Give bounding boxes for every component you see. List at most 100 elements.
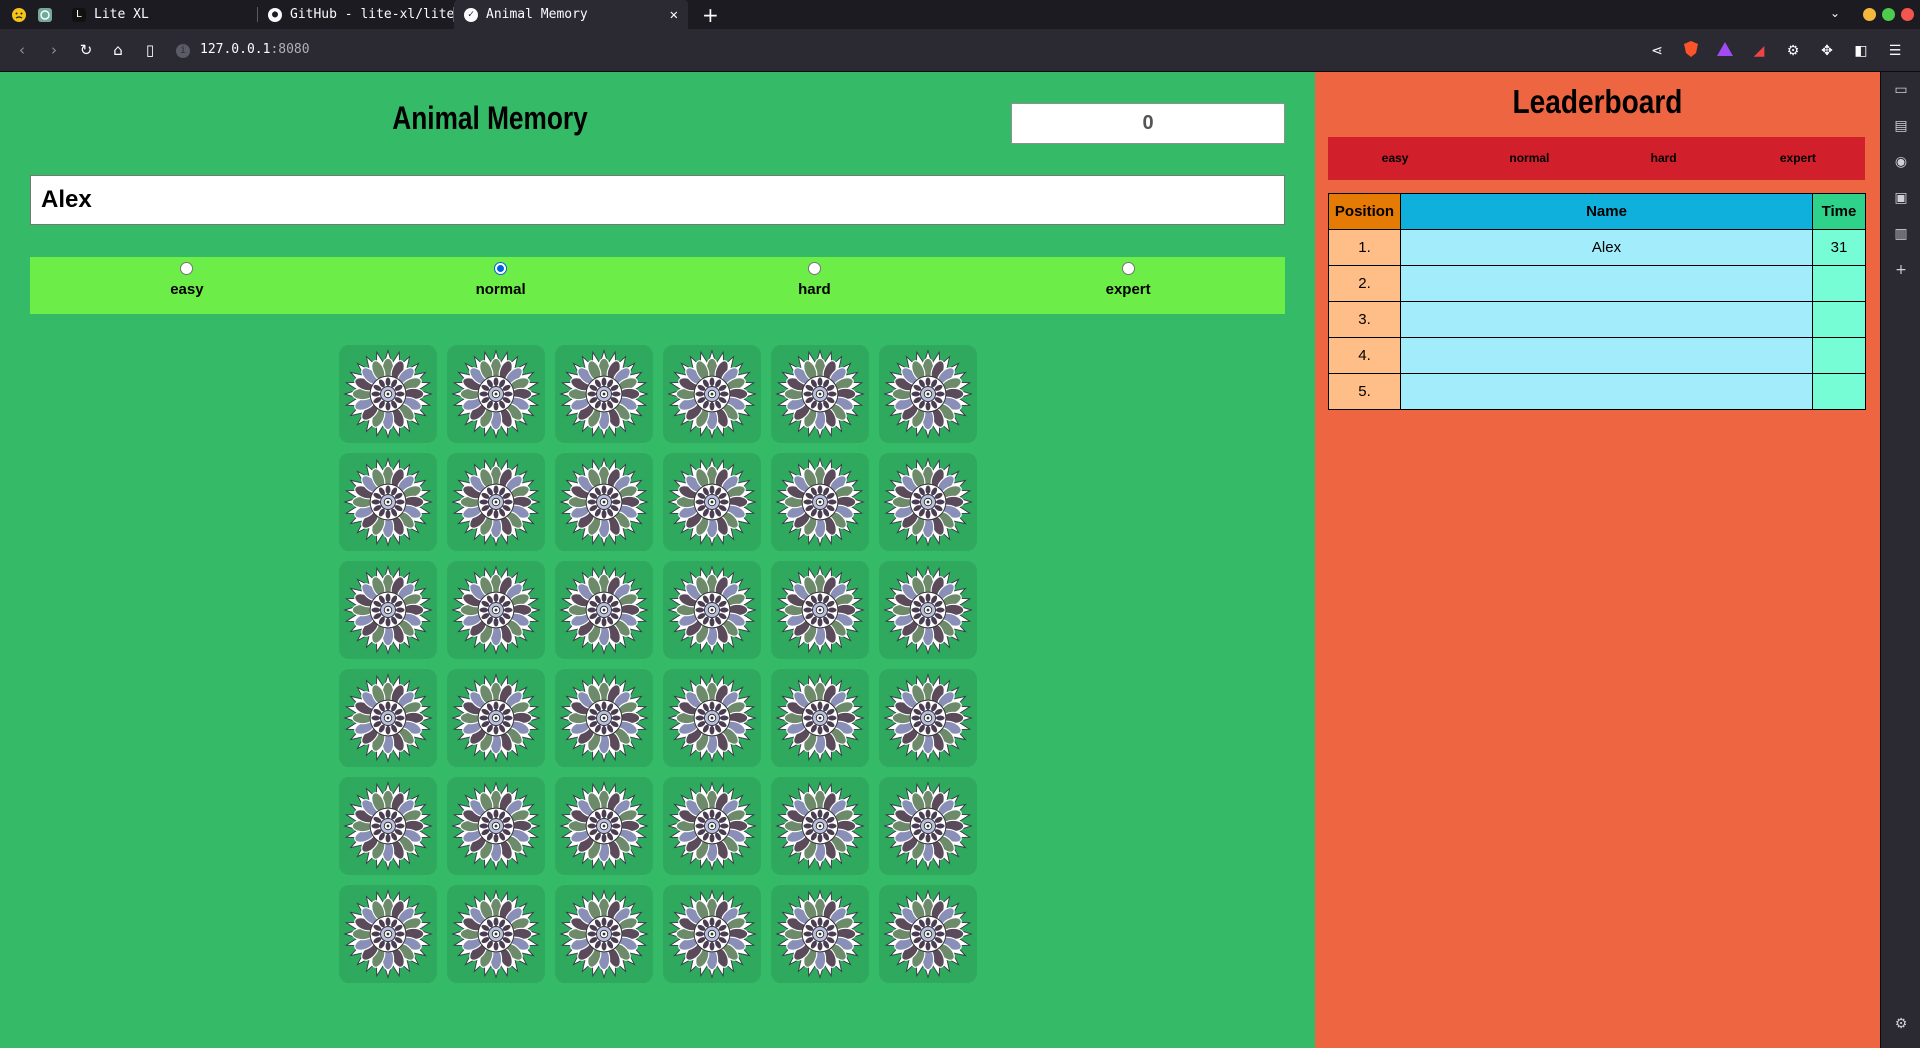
url-port: :8080 bbox=[270, 42, 310, 57]
new-tab-button[interactable]: + bbox=[702, 5, 719, 25]
memory-card[interactable] bbox=[663, 885, 761, 983]
mandala-card-back-icon bbox=[667, 349, 757, 439]
memory-card[interactable] bbox=[555, 453, 653, 551]
memory-card[interactable] bbox=[447, 453, 545, 551]
memory-card[interactable] bbox=[879, 777, 977, 875]
difficulty-option-normal[interactable]: normal bbox=[344, 257, 658, 314]
memory-card[interactable] bbox=[447, 345, 545, 443]
player-name-input[interactable] bbox=[30, 175, 1285, 225]
tab-lite-xl[interactable]: L Lite XL bbox=[62, 0, 258, 29]
memory-card[interactable] bbox=[771, 561, 869, 659]
tab-animal-memory[interactable]: ✓ Animal Memory ✕ bbox=[454, 0, 688, 29]
memory-card[interactable] bbox=[663, 453, 761, 551]
leaderboard-tab-hard[interactable]: hard bbox=[1597, 137, 1731, 180]
memory-card[interactable] bbox=[771, 345, 869, 443]
memory-card[interactable] bbox=[447, 777, 545, 875]
memory-card[interactable] bbox=[663, 561, 761, 659]
memory-card[interactable] bbox=[555, 345, 653, 443]
memory-card[interactable] bbox=[339, 561, 437, 659]
mandala-card-back-icon bbox=[775, 349, 865, 439]
memory-card[interactable] bbox=[879, 345, 977, 443]
sidebar-chat-icon[interactable]: ◉ bbox=[1881, 144, 1920, 180]
memory-card[interactable] bbox=[771, 885, 869, 983]
difficulty-option-easy[interactable]: easy bbox=[30, 257, 344, 314]
memory-card[interactable] bbox=[879, 561, 977, 659]
memory-card[interactable] bbox=[555, 885, 653, 983]
sidebar-wallet-icon[interactable]: ▤ bbox=[1881, 108, 1920, 144]
sidebar-settings-gear-icon[interactable]: ⚙ bbox=[1881, 1006, 1920, 1042]
home-icon[interactable]: ⌂ bbox=[102, 41, 134, 59]
url-bar[interactable]: i 127.0.0.1:8080 bbox=[176, 42, 310, 58]
forward-arrow-icon[interactable]: › bbox=[38, 41, 70, 59]
extension-wallet-icon[interactable]: ◢ bbox=[1742, 43, 1776, 59]
site-info-icon[interactable]: i bbox=[176, 44, 190, 58]
difficulty-radio-easy[interactable] bbox=[180, 262, 194, 275]
difficulty-option-expert[interactable]: expert bbox=[971, 257, 1285, 314]
memory-card[interactable] bbox=[339, 885, 437, 983]
mandala-card-back-icon bbox=[667, 889, 757, 979]
mandala-card-back-icon bbox=[451, 457, 541, 547]
minimize-window-button[interactable] bbox=[1863, 8, 1876, 21]
pinned-tab-emoji[interactable] bbox=[8, 4, 30, 26]
sidebar-reading-list-icon[interactable]: ▥ bbox=[1881, 216, 1920, 252]
memory-card[interactable] bbox=[663, 777, 761, 875]
leaderboard-tab-normal[interactable]: normal bbox=[1462, 137, 1596, 180]
difficulty-label: expert bbox=[1105, 281, 1151, 298]
lite-xl-favicon-icon: L bbox=[72, 7, 86, 22]
difficulty-radio-expert[interactable] bbox=[1121, 262, 1135, 275]
bookmark-icon[interactable]: ▯ bbox=[134, 41, 166, 59]
memory-card[interactable] bbox=[663, 669, 761, 767]
tab-title: GitHub - lite-xl/lite-xl- bbox=[290, 7, 454, 22]
reload-icon[interactable]: ↻ bbox=[70, 41, 102, 59]
memory-card[interactable] bbox=[339, 669, 437, 767]
brave-shield-icon[interactable] bbox=[1674, 40, 1708, 61]
memory-card[interactable] bbox=[447, 561, 545, 659]
difficulty-radio-hard[interactable] bbox=[807, 262, 821, 275]
row-position: 2. bbox=[1328, 265, 1401, 302]
sidebar-add-icon[interactable]: + bbox=[1881, 252, 1920, 288]
memory-card[interactable] bbox=[339, 777, 437, 875]
sidebar-video-icon[interactable]: ▭ bbox=[1881, 72, 1920, 108]
maximize-window-button[interactable] bbox=[1882, 8, 1895, 21]
share-icon[interactable]: ⋖ bbox=[1640, 43, 1674, 59]
row-name: Alex bbox=[1400, 229, 1813, 266]
mandala-card-back-icon bbox=[343, 889, 433, 979]
memory-card[interactable] bbox=[555, 777, 653, 875]
brave-rewards-icon[interactable] bbox=[1708, 41, 1742, 60]
memory-card[interactable] bbox=[879, 885, 977, 983]
extensions-puzzle-icon[interactable]: ✥ bbox=[1810, 43, 1844, 59]
row-name bbox=[1400, 337, 1813, 374]
sidebar-bookmarks-icon[interactable]: ▣ bbox=[1881, 180, 1920, 216]
memory-card[interactable] bbox=[771, 777, 869, 875]
header-name: Name bbox=[1400, 193, 1813, 230]
back-arrow-icon[interactable]: ‹ bbox=[6, 41, 38, 59]
pinned-tab-chatgpt[interactable] bbox=[34, 4, 56, 26]
memory-card[interactable] bbox=[447, 669, 545, 767]
memory-card[interactable] bbox=[447, 885, 545, 983]
memory-card[interactable] bbox=[879, 453, 977, 551]
memory-card[interactable] bbox=[339, 345, 437, 443]
leaderboard-tab-expert[interactable]: expert bbox=[1731, 137, 1865, 180]
close-window-button[interactable] bbox=[1901, 8, 1914, 21]
difficulty-option-hard[interactable]: hard bbox=[658, 257, 972, 314]
tab-github[interactable]: ● GitHub - lite-xl/lite-xl- bbox=[258, 0, 454, 29]
row-time: 31 bbox=[1812, 229, 1866, 266]
difficulty-radio-normal[interactable] bbox=[494, 262, 508, 275]
close-tab-icon[interactable]: ✕ bbox=[660, 7, 678, 23]
memory-card[interactable] bbox=[555, 669, 653, 767]
memory-card[interactable] bbox=[663, 345, 761, 443]
memory-card[interactable] bbox=[879, 669, 977, 767]
tab-title: Animal Memory bbox=[486, 7, 588, 22]
mandala-card-back-icon bbox=[451, 889, 541, 979]
menu-hamburger-icon[interactable]: ☰ bbox=[1878, 43, 1912, 59]
list-all-tabs-chevron-icon[interactable]: ⌄ bbox=[1830, 6, 1840, 20]
mandala-card-back-icon bbox=[667, 673, 757, 763]
settings-gear-icon[interactable]: ⚙ bbox=[1776, 43, 1810, 59]
sidebar-toggle-icon[interactable]: ◧ bbox=[1844, 43, 1878, 59]
memory-card[interactable] bbox=[555, 561, 653, 659]
memory-card[interactable] bbox=[771, 453, 869, 551]
memory-card[interactable] bbox=[339, 453, 437, 551]
row-time bbox=[1812, 301, 1866, 338]
leaderboard-tab-easy[interactable]: easy bbox=[1328, 137, 1462, 180]
memory-card[interactable] bbox=[771, 669, 869, 767]
